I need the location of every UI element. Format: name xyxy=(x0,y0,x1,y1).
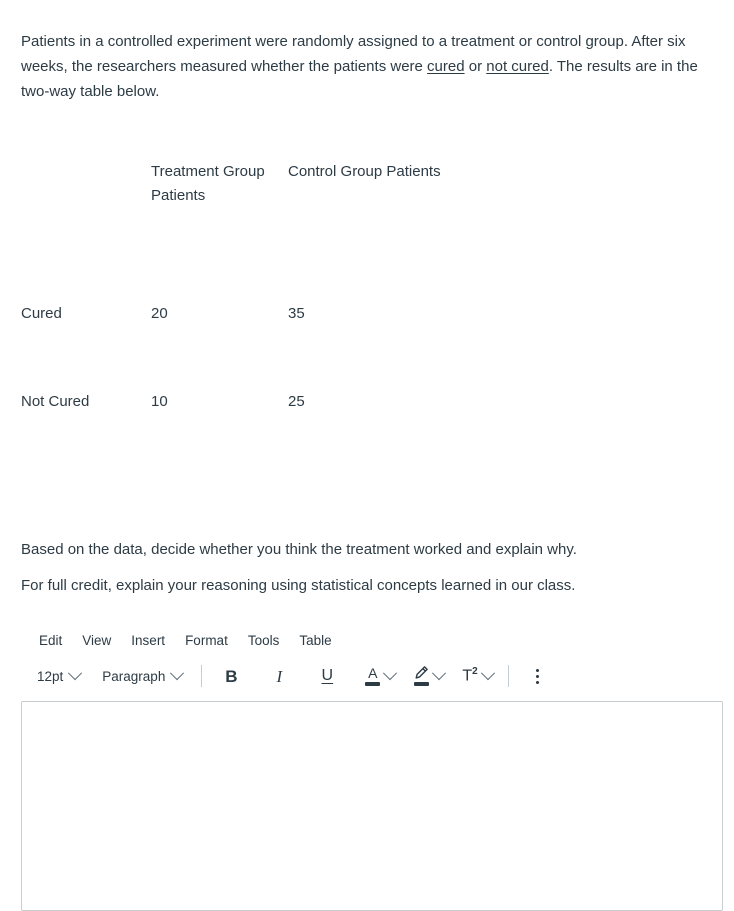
table-corner-cell xyxy=(21,160,151,302)
editor-toolbar: 12pt Paragraph B I U A T2 xyxy=(21,660,723,692)
highlight-color-button[interactable] xyxy=(409,663,448,689)
superscript-icon: T2 xyxy=(462,667,477,684)
underline-icon: U xyxy=(321,667,334,684)
answer-text-area[interactable] xyxy=(21,701,723,911)
row-spacer xyxy=(468,302,721,390)
block-format-dropdown[interactable]: Paragraph xyxy=(94,665,190,688)
superscript-subscript-button[interactable]: T2 xyxy=(458,663,496,689)
cell-not-cured-treatment: 10 xyxy=(151,393,168,410)
two-way-table: Treatment Group Patients Control Group P… xyxy=(21,160,721,478)
table-header-treatment: Treatment Group Patients xyxy=(151,163,265,204)
rich-content-editor: Edit View Insert Format Tools Table 12pt… xyxy=(21,626,723,911)
menu-item-edit[interactable]: Edit xyxy=(29,630,72,651)
kebab-dot xyxy=(536,674,540,678)
menu-item-table[interactable]: Table xyxy=(289,630,341,651)
cell-cured-treatment: 20 xyxy=(151,305,168,322)
menu-item-tools[interactable]: Tools xyxy=(238,630,290,651)
question-intro-text: Patients in a controlled experiment were… xyxy=(21,29,711,104)
table-row: Not Cured 10 25 xyxy=(21,390,721,478)
intro-underline-not-cured: not cured xyxy=(486,58,549,75)
toolbar-divider xyxy=(201,665,203,687)
block-format-value: Paragraph xyxy=(102,668,166,684)
highlight-color-swatch xyxy=(413,682,429,686)
toolbar-divider xyxy=(507,665,509,687)
chevron-down-icon xyxy=(170,666,185,681)
table-header-control: Control Group Patients xyxy=(288,163,441,180)
text-color-icon: A xyxy=(365,665,381,686)
highlighter-icon xyxy=(413,666,429,686)
prompt-line-1: Based on the data, decide whether you th… xyxy=(21,541,577,558)
chevron-down-icon xyxy=(383,666,398,681)
kebab-menu-icon xyxy=(529,665,547,687)
chevron-down-icon xyxy=(480,666,495,681)
font-size-dropdown[interactable]: 12pt xyxy=(29,665,88,688)
text-color-swatch xyxy=(365,682,381,686)
menu-item-insert[interactable]: Insert xyxy=(121,630,175,651)
menu-item-view[interactable]: View xyxy=(72,630,121,651)
chevron-down-icon xyxy=(68,666,83,681)
bold-icon: B xyxy=(225,666,238,686)
table-header-row: Treatment Group Patients Control Group P… xyxy=(21,160,721,302)
bold-button[interactable]: B xyxy=(213,663,249,689)
cell-not-cured-control: 25 xyxy=(288,393,305,410)
intro-underline-cured: cured xyxy=(427,58,465,75)
font-size-value: 12pt xyxy=(37,668,64,684)
text-color-letter: A xyxy=(368,665,378,681)
superscript-exponent: 2 xyxy=(472,666,478,678)
editor-menubar: Edit View Insert Format Tools Table xyxy=(21,626,723,654)
more-options-button[interactable] xyxy=(520,663,556,689)
text-color-button[interactable]: A xyxy=(361,663,399,689)
superscript-base: T xyxy=(462,667,473,685)
assignment-question-page: Patients in a controlled experiment were… xyxy=(0,0,734,911)
kebab-dot xyxy=(536,680,540,684)
intro-segment-2: or xyxy=(464,58,487,75)
menu-item-format[interactable]: Format xyxy=(175,630,238,651)
row-spacer xyxy=(468,390,721,478)
table-row: Cured 20 35 xyxy=(21,302,721,390)
table-header-spacer xyxy=(468,160,721,302)
underline-button[interactable]: U xyxy=(309,663,345,689)
question-prompt-text: Based on the data, decide whether you th… xyxy=(21,538,721,610)
italic-icon: I xyxy=(276,666,283,686)
italic-button[interactable]: I xyxy=(261,663,297,689)
cell-cured-control: 35 xyxy=(288,305,305,322)
prompt-line-2: For full credit, explain your reasoning … xyxy=(21,577,576,594)
row-label-cured: Cured xyxy=(21,305,62,322)
kebab-dot xyxy=(536,668,540,672)
row-label-not-cured: Not Cured xyxy=(21,393,90,410)
chevron-down-icon xyxy=(432,666,447,681)
